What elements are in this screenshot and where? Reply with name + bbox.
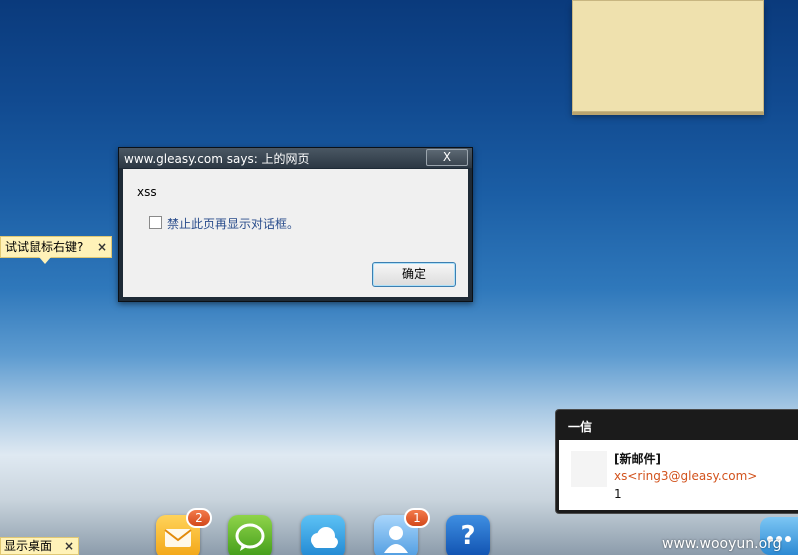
show-desktop-tip: 显示桌面 ×: [0, 537, 79, 555]
dialog-titlebar[interactable]: www.gleasy.com says: 上的网页 X: [119, 148, 472, 168]
cloud-glyph: [311, 527, 338, 548]
right-click-tip-text: 试试鼠标右键?: [5, 240, 84, 254]
help-glyph: ?: [460, 521, 476, 551]
notification-title: 一信: [568, 420, 593, 434]
sticky-note[interactable]: [572, 0, 764, 112]
chat-glyph: [235, 523, 265, 551]
ok-button[interactable]: 确定: [372, 262, 456, 287]
mail-badge: 2: [186, 508, 212, 528]
cloud-icon[interactable]: [301, 515, 345, 555]
watermark: www.wooyun.org: [662, 536, 782, 552]
notification-subject: 1: [614, 487, 622, 501]
show-desktop-tip-text: 显示桌面: [3, 539, 52, 553]
dialog-message: xss: [137, 185, 157, 199]
contact-badge: 1: [404, 508, 430, 528]
dialog-title: www.gleasy.com says: 上的网页: [124, 152, 310, 166]
help-icon[interactable]: ?: [446, 515, 490, 555]
show-desktop-tip-close-icon[interactable]: ×: [64, 538, 74, 555]
tip-arrow: [39, 257, 51, 264]
right-click-tip: 试试鼠标右键? ×: [0, 236, 112, 264]
dialog-body: xss 禁止此页再显示对话框。 确定: [123, 169, 468, 297]
avatar: [571, 451, 607, 487]
notification-body[interactable]: [新邮件] xs<ring3@gleasy.com> 1: [559, 440, 798, 510]
right-click-tip-close-icon[interactable]: ×: [97, 237, 107, 257]
notification-sender-link[interactable]: xs<ring3@gleasy.com>: [614, 469, 757, 483]
alert-dialog: www.gleasy.com says: 上的网页 X xss 禁止此页再显示对…: [118, 147, 473, 302]
suppress-dialogs-label[interactable]: 禁止此页再显示对话框。: [167, 215, 299, 232]
suppress-dialogs-checkbox[interactable]: [149, 216, 162, 229]
chat-icon[interactable]: [228, 515, 272, 555]
notification-panel[interactable]: 一信 [新邮件] xs<ring3@gleasy.com> 1: [555, 409, 798, 514]
notification-heading: [新邮件]: [614, 452, 661, 466]
dialog-close-button[interactable]: X: [426, 149, 468, 166]
